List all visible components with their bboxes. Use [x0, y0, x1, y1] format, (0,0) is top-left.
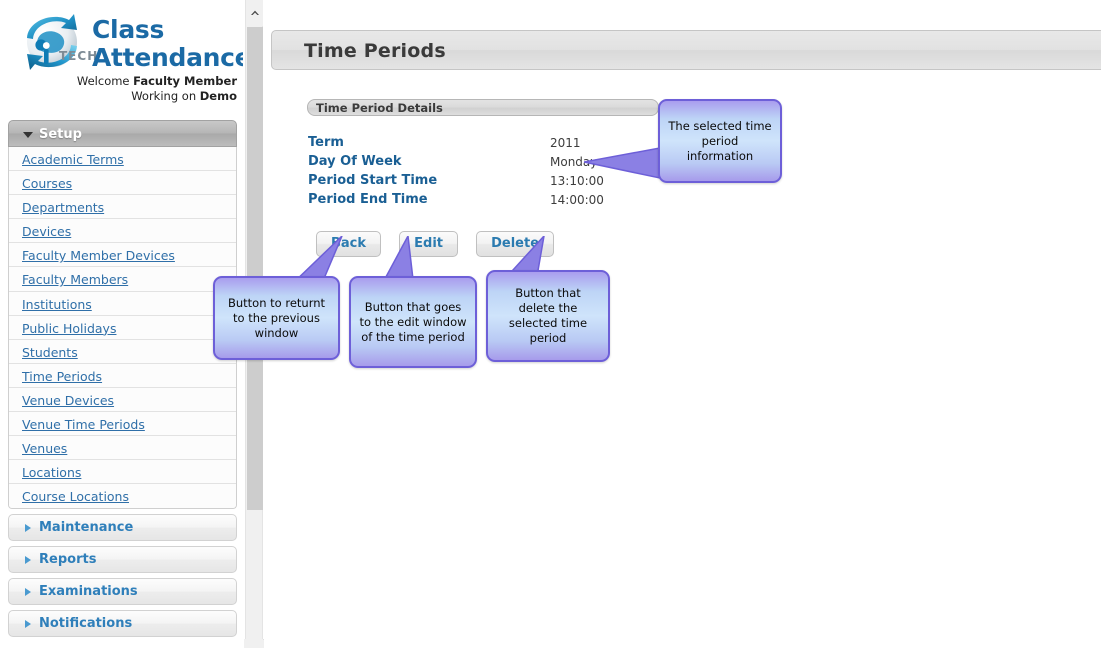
details-panel-header: Time Period Details: [307, 99, 659, 116]
brand-title: Class Attendance: [92, 15, 243, 72]
sidebar-item-venue-time-periods[interactable]: Venue Time Periods: [9, 412, 236, 437]
page-title-bar: Time Periods: [271, 30, 1101, 70]
callout-text: The selected time period information: [668, 118, 772, 163]
callout-text: Button that goes to the edit window of t…: [359, 299, 467, 344]
sidebar-section-notifications[interactable]: Notifications: [8, 610, 237, 638]
sidebar-section-notifications-label: Notifications: [39, 616, 133, 632]
application-window: TECH Class Attendance Welcome Faculty Me…: [0, 0, 1101, 648]
welcome-line: Welcome Faculty Member: [76, 74, 237, 88]
callout-delete-button: Button that delete the selected time per…: [486, 270, 610, 362]
chevron-right-icon: [25, 620, 31, 629]
sidebar-link[interactable]: Departments: [22, 200, 104, 215]
scrollbar-corner: [244, 639, 263, 648]
callout-edit-button: Button that goes to the edit window of t…: [349, 276, 477, 368]
sidebar-item-institutions[interactable]: Institutions: [9, 291, 236, 316]
sidebar-link[interactable]: Public Holidays: [22, 321, 116, 336]
sidebar-section-examinations-label: Examinations: [39, 584, 138, 600]
delete-button[interactable]: Delete: [476, 231, 555, 257]
chevron-down-icon: [23, 132, 33, 138]
detail-value: 2011: [550, 136, 581, 150]
sidebar-link[interactable]: Venue Time Periods: [22, 417, 145, 432]
detail-value: Monday: [550, 155, 598, 169]
scroll-up-button[interactable]: [246, 0, 263, 26]
detail-value: 13:10:00: [550, 174, 604, 188]
brand-header: TECH Class Attendance Welcome Faculty Me…: [0, 0, 243, 120]
sidebar-section-examinations[interactable]: Examinations: [8, 578, 237, 606]
edit-button[interactable]: Edit: [399, 231, 458, 257]
sidebar-item-departments[interactable]: Departments: [9, 195, 236, 220]
sidebar-link[interactable]: Devices: [22, 224, 71, 239]
sidebar-section-maintenance-label: Maintenance: [39, 520, 134, 536]
sidebar-link[interactable]: Students: [22, 345, 78, 360]
sidebar-section-reports[interactable]: Reports: [8, 546, 237, 574]
working-context: Demo: [199, 89, 237, 103]
callout-selected-time-period-info: The selected time period information: [658, 99, 782, 183]
sidebar: TECH Class Attendance Welcome Faculty Me…: [0, 0, 243, 648]
sidebar-item-time-periods[interactable]: Time Periods: [9, 363, 236, 388]
sidebar-link[interactable]: Faculty Member Devices: [22, 248, 175, 263]
detail-value: 14:00:00: [550, 193, 604, 207]
sidebar-item-faculty-members[interactable]: Faculty Members: [9, 267, 236, 292]
chevron-up-icon: [250, 10, 259, 15]
sidebar-link[interactable]: Time Periods: [22, 369, 102, 384]
detail-label: Term: [308, 135, 344, 150]
page-title: Time Periods: [304, 40, 446, 62]
sidebar-link[interactable]: Academic Terms: [22, 152, 124, 167]
sidebar-link[interactable]: Faculty Members: [22, 272, 128, 287]
callout-text: Button that delete the selected time per…: [508, 286, 588, 345]
sidebar-link[interactable]: Institutions: [22, 297, 92, 312]
sidebar-section-setup-label: Setup: [39, 127, 82, 142]
sidebar-link[interactable]: Venues: [22, 441, 67, 456]
callout-back-button: Button to returnt to the previous window: [213, 276, 340, 360]
vertical-scrollbar-thumb[interactable]: [247, 27, 263, 510]
ip-tech-globe-logo-icon: TECH: [14, 8, 102, 78]
sidebar-section-maintenance[interactable]: Maintenance: [8, 514, 237, 542]
sidebar-item-locations[interactable]: Locations: [9, 460, 236, 485]
brand-title-line1: Class: [92, 15, 165, 44]
detail-label: Day Of Week: [308, 154, 402, 169]
sidebar-item-venues[interactable]: Venues: [9, 436, 236, 461]
sidebar-link[interactable]: Venue Devices: [22, 393, 114, 408]
sidebar-item-courses[interactable]: Courses: [9, 171, 236, 196]
main-content: Time Periods Time Period Details Term 20…: [213, 0, 1101, 648]
welcome-message: Welcome Faculty Member Working on Demo: [9, 74, 237, 104]
sidebar-item-students[interactable]: Students: [9, 339, 236, 364]
detail-label: Period Start Time: [308, 173, 438, 188]
callout-text: Button to returnt to the previous window: [227, 295, 326, 340]
chevron-right-icon: [25, 524, 31, 533]
detail-label: Period End Time: [308, 192, 428, 207]
working-line: Working on Demo: [131, 89, 237, 103]
sidebar-link[interactable]: Course Locations: [22, 489, 129, 504]
action-button-row: Back Edit Delete: [316, 231, 567, 257]
sidebar-item-course-locations[interactable]: Course Locations: [9, 484, 236, 509]
sidebar-section-setup[interactable]: Setup: [8, 120, 237, 147]
back-button[interactable]: Back: [316, 231, 382, 257]
sidebar-link[interactable]: Locations: [22, 465, 81, 480]
sidebar-item-venue-devices[interactable]: Venue Devices: [9, 387, 236, 413]
sidebar-section-reports-label: Reports: [39, 552, 97, 568]
sidebar-link[interactable]: Courses: [22, 176, 72, 191]
sidebar-nav-list: Academic Terms Courses Departments Devic…: [8, 147, 237, 510]
sidebar-item-public-holidays[interactable]: Public Holidays: [9, 315, 236, 340]
details-panel-title: Time Period Details: [316, 101, 443, 115]
chevron-right-icon: [25, 588, 31, 597]
sidebar-item-academic-terms[interactable]: Academic Terms: [9, 147, 236, 172]
chevron-right-icon: [25, 556, 31, 565]
welcome-user-name: Faculty Member: [133, 74, 237, 88]
sidebar-item-devices[interactable]: Devices: [9, 219, 236, 244]
brand-title-line2: Attendance: [92, 43, 243, 72]
sidebar-item-faculty-member-devices[interactable]: Faculty Member Devices: [9, 243, 236, 268]
